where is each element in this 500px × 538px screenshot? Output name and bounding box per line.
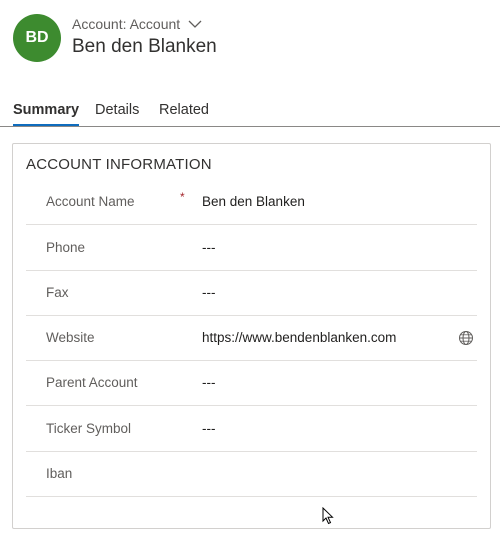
- entity-type-label: Account: Account: [72, 16, 181, 32]
- ticker-symbol-field[interactable]: ---: [202, 406, 216, 451]
- field-row-phone[interactable]: Phone ---: [26, 225, 477, 271]
- tab-bar: Summary Details Related: [0, 100, 500, 127]
- tab-related[interactable]: Related: [159, 102, 209, 124]
- tab-summary[interactable]: Summary: [13, 102, 80, 126]
- field-label: Phone: [46, 240, 86, 255]
- website-field[interactable]: https://www.bendenblanken.com: [202, 315, 396, 360]
- field-label: Parent Account: [46, 375, 138, 390]
- parent-account-field[interactable]: ---: [202, 360, 216, 405]
- required-indicator: *: [180, 190, 185, 204]
- phone-field[interactable]: ---: [202, 225, 216, 270]
- field-row-website[interactable]: Website https://www.bendenblanken.com: [26, 315, 477, 361]
- fax-field[interactable]: ---: [202, 270, 216, 315]
- record-header: BD Account: Account Ben den Blanken: [0, 0, 500, 100]
- globe-icon[interactable]: [458, 330, 474, 346]
- field-row-account-name[interactable]: Account Name * Ben den Blanken: [26, 179, 477, 225]
- field-label: Ticker Symbol: [46, 421, 132, 436]
- field-row-ticker-symbol[interactable]: Ticker Symbol ---: [26, 406, 477, 452]
- tab-details[interactable]: Details: [95, 102, 139, 124]
- chevron-down-icon[interactable]: [188, 19, 202, 29]
- avatar: BD: [13, 14, 61, 62]
- mouse-cursor-icon: [322, 507, 334, 525]
- entity-type-selector[interactable]: Account: Account: [72, 16, 202, 32]
- field-row-parent-account[interactable]: Parent Account ---: [26, 360, 477, 406]
- account-name-field[interactable]: Ben den Blanken: [202, 179, 305, 224]
- section-title: ACCOUNT INFORMATION: [26, 156, 212, 173]
- field-label: Account Name: [46, 194, 135, 209]
- field-label: Website: [46, 330, 95, 345]
- field-row-fax[interactable]: Fax ---: [26, 270, 477, 316]
- page-title: Ben den Blanken: [72, 36, 217, 57]
- field-label: Iban: [46, 466, 73, 481]
- field-label: Fax: [46, 285, 69, 300]
- field-row-iban[interactable]: Iban: [26, 451, 477, 497]
- account-information-section: ACCOUNT INFORMATION Account Name * Ben d…: [12, 143, 491, 529]
